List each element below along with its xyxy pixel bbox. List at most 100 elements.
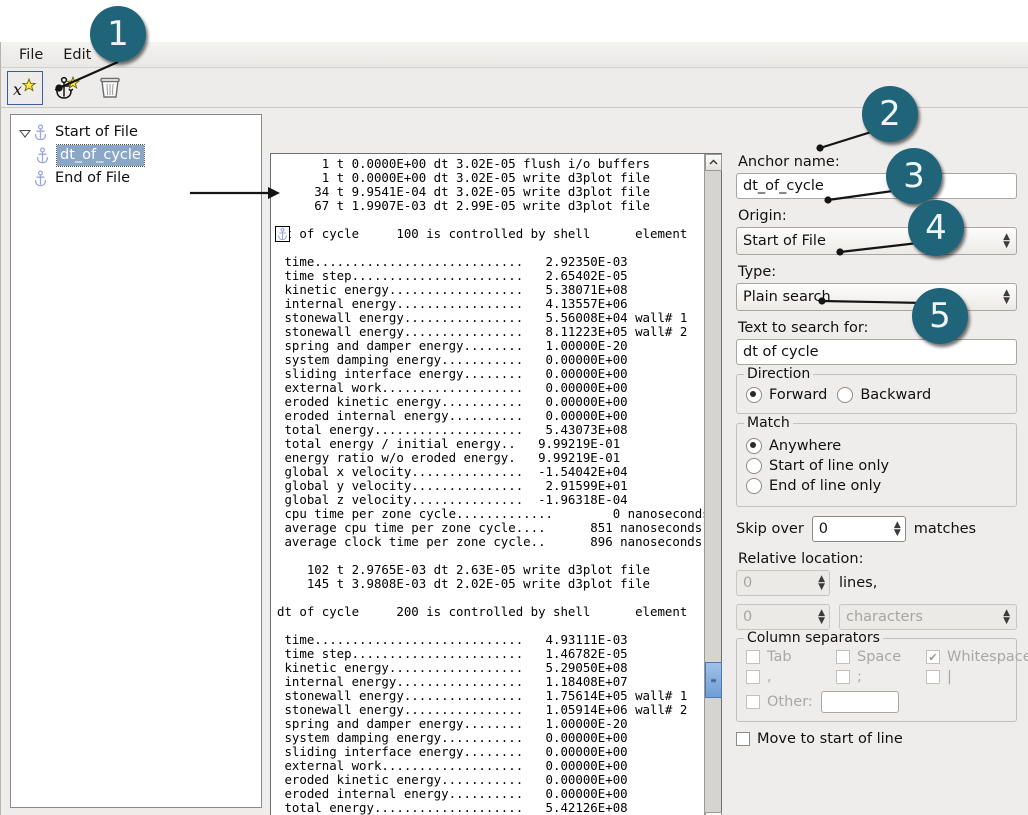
menu-file[interactable]: File [9, 45, 53, 65]
vertical-scrollbar[interactable]: ≡ [704, 154, 722, 815]
anchor-marker-icon[interactable] [275, 226, 290, 242]
text-line-content: 1 t 0.0000E+00 dt 3.02E-05 flush i/o buf… [277, 156, 650, 171]
file-text-view[interactable]: 1 t 0.0000E+00 dt 3.02E-05 flush i/o buf… [271, 154, 704, 815]
callout-badge-2: 2 [862, 86, 918, 142]
radio-dot-icon [746, 387, 762, 403]
text-line-content: stonewall energy................ 1.05914… [277, 702, 688, 717]
text-line: kinetic energy.................. 5.38071… [277, 283, 704, 297]
relative-chars-stepper[interactable]: 0 ▲ ▼ [736, 604, 830, 630]
type-select[interactable]: Plain search ▲ ▼ [736, 283, 1017, 311]
relative-chars-unit-select[interactable]: characters ▲ ▼ [839, 604, 1017, 630]
thumb-grip-icon: ≡ [710, 675, 717, 685]
relative-lines-stepper[interactable]: 0 ▲ ▼ [736, 570, 830, 596]
direction-group-title: Direction [744, 366, 814, 382]
text-line-content: dt of cycle 200 is controlled by shell e… [277, 604, 688, 619]
checkbox-sep-pipe[interactable]: | [926, 669, 1028, 685]
text-line: internal energy................. 4.13557… [277, 297, 704, 311]
text-line-content: global x velocity............... -1.5404… [277, 464, 628, 479]
checkbox-sep-other[interactable]: Other: [746, 694, 813, 710]
skip-over-stepper[interactable]: 0 ▲ ▼ [811, 516, 906, 542]
checkbox-sep-tab[interactable]: Tab [746, 649, 836, 665]
checkbox-sep-space[interactable]: Space [836, 649, 926, 665]
vertical-scroll-thumb[interactable]: ≡ [705, 662, 722, 698]
skip-over-row: Skip over 0 ▲ ▼ matches [736, 516, 1021, 542]
expander-placeholder [17, 171, 33, 187]
radio-direction-forward[interactable]: Forward [746, 387, 827, 403]
tree-item-end-of-file[interactable]: End of File [11, 167, 261, 190]
checkbox-box-icon [746, 695, 760, 709]
radio-match-anywhere[interactable]: Anywhere [746, 438, 1007, 454]
radio-dot-icon [837, 387, 854, 403]
text-line: external work................... 0.00000… [277, 759, 704, 773]
expander-triangle-icon[interactable] [17, 125, 33, 141]
skip-over-suffix-label: matches [913, 521, 977, 537]
origin-value: Start of File [743, 233, 826, 249]
match-group: Match Anywhere Start of line only End of… [736, 415, 1017, 507]
checkbox-box-icon [736, 732, 750, 746]
checkbox-label: Move to start of line [757, 731, 903, 747]
move-to-start-row: Move to start of line [736, 731, 1021, 747]
other-separator-input[interactable] [820, 691, 899, 713]
origin-select[interactable]: Start of File ▲ ▼ [736, 227, 1017, 255]
text-line: time step....................... 2.65402… [277, 269, 704, 283]
app-root: File Edit x Start of File dt_of_cycle En… [0, 0, 1028, 815]
text-line-content: kinetic energy.................. 5.29050… [277, 660, 628, 675]
text-line: global x velocity............... -1.5404… [277, 465, 704, 479]
text-line-content: 1 t 0.0000E+00 dt 3.02E-05 write d3plot … [277, 170, 650, 185]
checkbox-move-to-start-of-line[interactable]: Move to start of line [736, 731, 903, 747]
text-line: global y velocity............... 2.91599… [277, 479, 704, 493]
text-line: average cpu time per zone cycle.... 851 … [277, 521, 704, 535]
text-line: 34 t 9.9541E-04 dt 3.02E-05 write d3plot… [277, 185, 704, 199]
text-line-content: eroded internal energy.......... 0.00000… [277, 408, 628, 423]
text-line-content: external work................... 0.00000… [277, 758, 628, 773]
stepper-updown-icon[interactable]: ▲ ▼ [818, 575, 825, 592]
search-text-value: dt of cycle [743, 344, 819, 360]
scroll-up-button[interactable] [705, 154, 722, 171]
anchor-editor-window: File Edit x Start of File dt_of_cycle En… [0, 42, 1028, 815]
text-line: spring and damper energy........ 1.00000… [277, 717, 704, 731]
checkbox-sep-semicolon[interactable]: ; [836, 669, 926, 685]
text-line-content: eroded internal energy.......... 0.00000… [277, 786, 628, 801]
radio-label: Start of line only [769, 458, 890, 474]
text-line-content: stonewall energy................ 5.56008… [277, 310, 688, 325]
radio-dot-icon [746, 478, 762, 494]
text-line: stonewall energy................ 1.75614… [277, 689, 704, 703]
checkbox-sep-comma[interactable]: , [746, 669, 836, 685]
text-line: stonewall energy................ 1.05914… [277, 703, 704, 717]
column-separators-group: Column separators Tab Space ✔ Whitespace [736, 630, 1028, 722]
checkbox-label: Tab [767, 649, 792, 665]
text-line-content: 102 t 2.9765E-03 dt 2.63E-05 write d3plo… [277, 562, 650, 577]
text-line: eroded kinetic energy........... 0.00000… [277, 773, 704, 787]
tree-item-dt-of-cycle[interactable]: dt_of_cycle [11, 144, 261, 167]
text-line-content: time............................ 2.92350… [277, 254, 628, 269]
new-variable-button[interactable]: x [7, 70, 43, 105]
text-line: sliding interface energy........ 0.00000… [277, 745, 704, 759]
type-value: Plain search [743, 289, 831, 305]
text-line-content: 34 t 9.9541E-04 dt 3.02E-05 write d3plot… [277, 184, 650, 199]
text-line-content: time step....................... 2.65402… [277, 268, 628, 283]
callout-badge-4: 4 [908, 200, 964, 256]
origin-label: Origin: [738, 208, 787, 224]
new-anchor-button[interactable] [51, 72, 85, 104]
stepper-updown-icon[interactable]: ▲ ▼ [894, 521, 901, 538]
anchor-icon [33, 170, 48, 187]
radio-match-start-of-line[interactable]: Start of line only [746, 458, 1007, 474]
anchor-name-input[interactable]: dt_of_cycle [736, 173, 1017, 199]
radio-direction-backward[interactable]: Backward [837, 387, 931, 403]
radio-label: Forward [769, 387, 828, 403]
text-line-content: 145 t 3.9808E-03 dt 2.02E-05 write d3plo… [277, 576, 650, 591]
chevron-updown-icon: ▲ ▼ [1003, 608, 1010, 626]
text-line: dt of cycle 200 is controlled by shell e… [277, 605, 704, 619]
text-line: spring and damper energy........ 1.00000… [277, 339, 704, 353]
delete-anchor-button[interactable] [93, 72, 127, 104]
text-line: 1 t 0.0000E+00 dt 3.02E-05 write d3plot … [277, 171, 704, 185]
radio-match-end-of-line[interactable]: End of line only [746, 478, 1007, 494]
tree-item-start-of-file[interactable]: Start of File [11, 121, 261, 144]
search-text-label: Text to search for: [738, 320, 869, 336]
search-text-input[interactable]: dt of cycle [736, 339, 1017, 365]
checkbox-sep-whitespace[interactable]: ✔ Whitespace [926, 649, 1028, 665]
stepper-updown-icon[interactable]: ▲ ▼ [818, 609, 825, 626]
anchor-tree-panel[interactable]: Start of File dt_of_cycle End of File [10, 114, 262, 808]
relative-lines-suffix-label: lines, [839, 575, 878, 591]
text-line [277, 241, 704, 255]
